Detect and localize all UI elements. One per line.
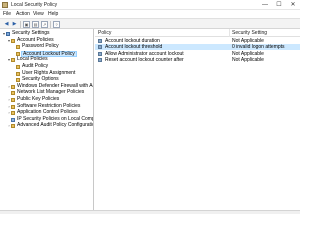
folder-icon xyxy=(11,91,15,96)
column-header-policy[interactable]: Policy xyxy=(98,30,111,36)
menu-view[interactable]: View xyxy=(33,11,44,17)
status-bar xyxy=(0,210,300,214)
toolbar-divider xyxy=(20,21,21,28)
maximize-button[interactable]: ☐ xyxy=(272,0,286,10)
policy-row[interactable]: Account lockout duration Not Applicable xyxy=(95,38,300,44)
title-bar: Local Security Policy — ☐ ✕ xyxy=(0,0,300,10)
export-list-button[interactable]: ↗ xyxy=(41,21,48,28)
folder-icon xyxy=(16,51,20,56)
security-setting-value: Not Applicable xyxy=(232,50,264,57)
folder-icon xyxy=(16,65,20,69)
security-setting-value: Not Applicable xyxy=(232,57,264,64)
menu-action[interactable]: Action xyxy=(16,11,30,17)
help-button[interactable]: ? xyxy=(53,21,60,28)
folder-icon xyxy=(11,104,15,109)
toolbar: ◀ ▶ ▣ ▤ ↗ ? xyxy=(0,18,300,29)
folder-icon xyxy=(11,38,15,43)
tree-item-label: Password Policy xyxy=(22,43,59,50)
policy-icon xyxy=(98,39,102,43)
column-header-security-setting[interactable]: Security Setting xyxy=(232,30,267,36)
policy-name: Account lockout duration xyxy=(105,38,160,44)
lock-icon xyxy=(11,117,15,122)
menu-bar: File Action View Help xyxy=(0,10,300,18)
security-setting-value: 0 invalid logon attempts xyxy=(232,44,285,51)
tree-item[interactable]: Password Policy xyxy=(0,43,93,50)
console-tree[interactable]: ▾ Security Settings ▾ Account Policies Passw… xyxy=(0,29,94,210)
policy-icon xyxy=(98,45,102,50)
tree-item-label: Advanced Audit Policy Configuration xyxy=(17,122,94,129)
tree-item[interactable]: › Advanced Audit Policy Configuration xyxy=(0,122,94,129)
folder-icon xyxy=(16,71,20,76)
folder-icon xyxy=(11,98,15,102)
policy-row[interactable]: Account lockout threshold 0 invalid logon… xyxy=(95,44,300,51)
policy-row[interactable]: Allow Administrator account lockout Not A… xyxy=(95,51,300,57)
close-button[interactable]: ✕ xyxy=(286,0,300,10)
policy-list[interactable]: Policy Security Setting Account lockout … xyxy=(95,29,300,210)
security-setting-value: Not Applicable xyxy=(232,38,264,44)
policy-name: Account lockout threshold xyxy=(105,44,163,51)
forward-button[interactable]: ▶ xyxy=(11,21,18,28)
app-icon xyxy=(2,2,8,8)
policy-name: Allow Administrator account lockout xyxy=(105,50,184,57)
menu-file[interactable]: File xyxy=(3,11,11,17)
window-title: Local Security Policy xyxy=(11,2,58,8)
minimize-button[interactable]: — xyxy=(258,0,272,10)
menu-help[interactable]: Help xyxy=(48,11,58,17)
folder-icon xyxy=(16,78,20,83)
folder-icon xyxy=(11,58,15,63)
policy-name: Reset account lockout counter after xyxy=(105,57,184,64)
folder-icon xyxy=(16,45,20,50)
column-divider[interactable] xyxy=(229,29,230,37)
properties-button[interactable]: ▤ xyxy=(32,21,39,28)
back-button[interactable]: ◀ xyxy=(3,21,10,28)
folder-icon xyxy=(11,124,15,129)
policy-icon xyxy=(98,58,102,63)
policy-row[interactable]: Reset account lockout counter after Not A… xyxy=(95,57,300,63)
toolbar-divider xyxy=(50,21,51,28)
list-header: Policy Security Setting xyxy=(95,29,300,37)
policy-icon xyxy=(98,51,102,56)
folder-icon xyxy=(11,111,15,116)
computer-icon xyxy=(6,32,10,36)
up-level-button[interactable]: ▣ xyxy=(23,21,30,28)
folder-icon xyxy=(11,84,15,89)
